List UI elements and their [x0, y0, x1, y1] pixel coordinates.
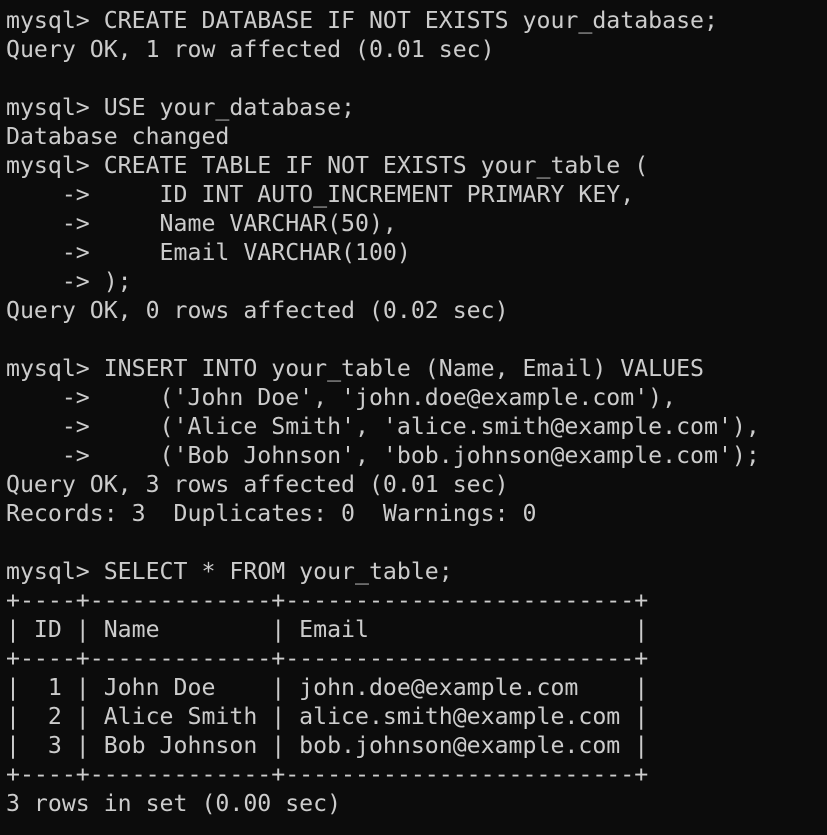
table-border-line: +----+-------------+--------------------…	[6, 645, 649, 672]
terminal-line: -> ID INT AUTO_INCREMENT PRIMARY KEY,	[6, 181, 635, 208]
terminal-line: mysql> INSERT INTO your_table (Name, Ema…	[6, 355, 705, 382]
terminal-line: Query OK, 1 row affected (0.01 sec)	[6, 36, 495, 63]
terminal-line: Query OK, 3 rows affected (0.01 sec)	[6, 471, 509, 498]
terminal-line: -> ('Alice Smith', 'alice.smith@example.…	[6, 413, 760, 440]
table-border-line: +----+-------------+--------------------…	[6, 587, 649, 614]
terminal-line: -> );	[6, 268, 132, 295]
terminal-line: mysql> USE your_database;	[6, 94, 356, 121]
terminal-line: mysql> SELECT * FROM your_table;	[6, 558, 453, 585]
terminal-line: -> ('Bob Johnson', 'bob.johnson@example.…	[6, 442, 760, 469]
terminal-line: Database changed	[6, 123, 230, 150]
terminal-line: -> Email VARCHAR(100)	[6, 239, 411, 266]
terminal-line: mysql> CREATE TABLE IF NOT EXISTS your_t…	[6, 152, 649, 179]
table-row: | 3 | Bob Johnson | bob.johnson@example.…	[6, 732, 649, 759]
terminal-line: -> Name VARCHAR(50),	[6, 210, 397, 237]
terminal-line: Query OK, 0 rows affected (0.02 sec)	[6, 297, 509, 324]
terminal-window[interactable]: mysql> CREATE DATABASE IF NOT EXISTS you…	[0, 0, 827, 835]
table-row: | 1 | John Doe | john.doe@example.com |	[6, 674, 649, 701]
terminal-line: 3 rows in set (0.00 sec)	[6, 790, 342, 817]
terminal-line: Records: 3 Duplicates: 0 Warnings: 0	[6, 500, 537, 527]
table-header-row: | ID | Name | Email |	[6, 616, 649, 643]
table-border-line: +----+-------------+--------------------…	[6, 761, 649, 788]
terminal-line: -> ('John Doe', 'john.doe@example.com'),	[6, 384, 677, 411]
table-row: | 2 | Alice Smith | alice.smith@example.…	[6, 703, 649, 730]
terminal-line: mysql> CREATE DATABASE IF NOT EXISTS you…	[6, 7, 718, 34]
